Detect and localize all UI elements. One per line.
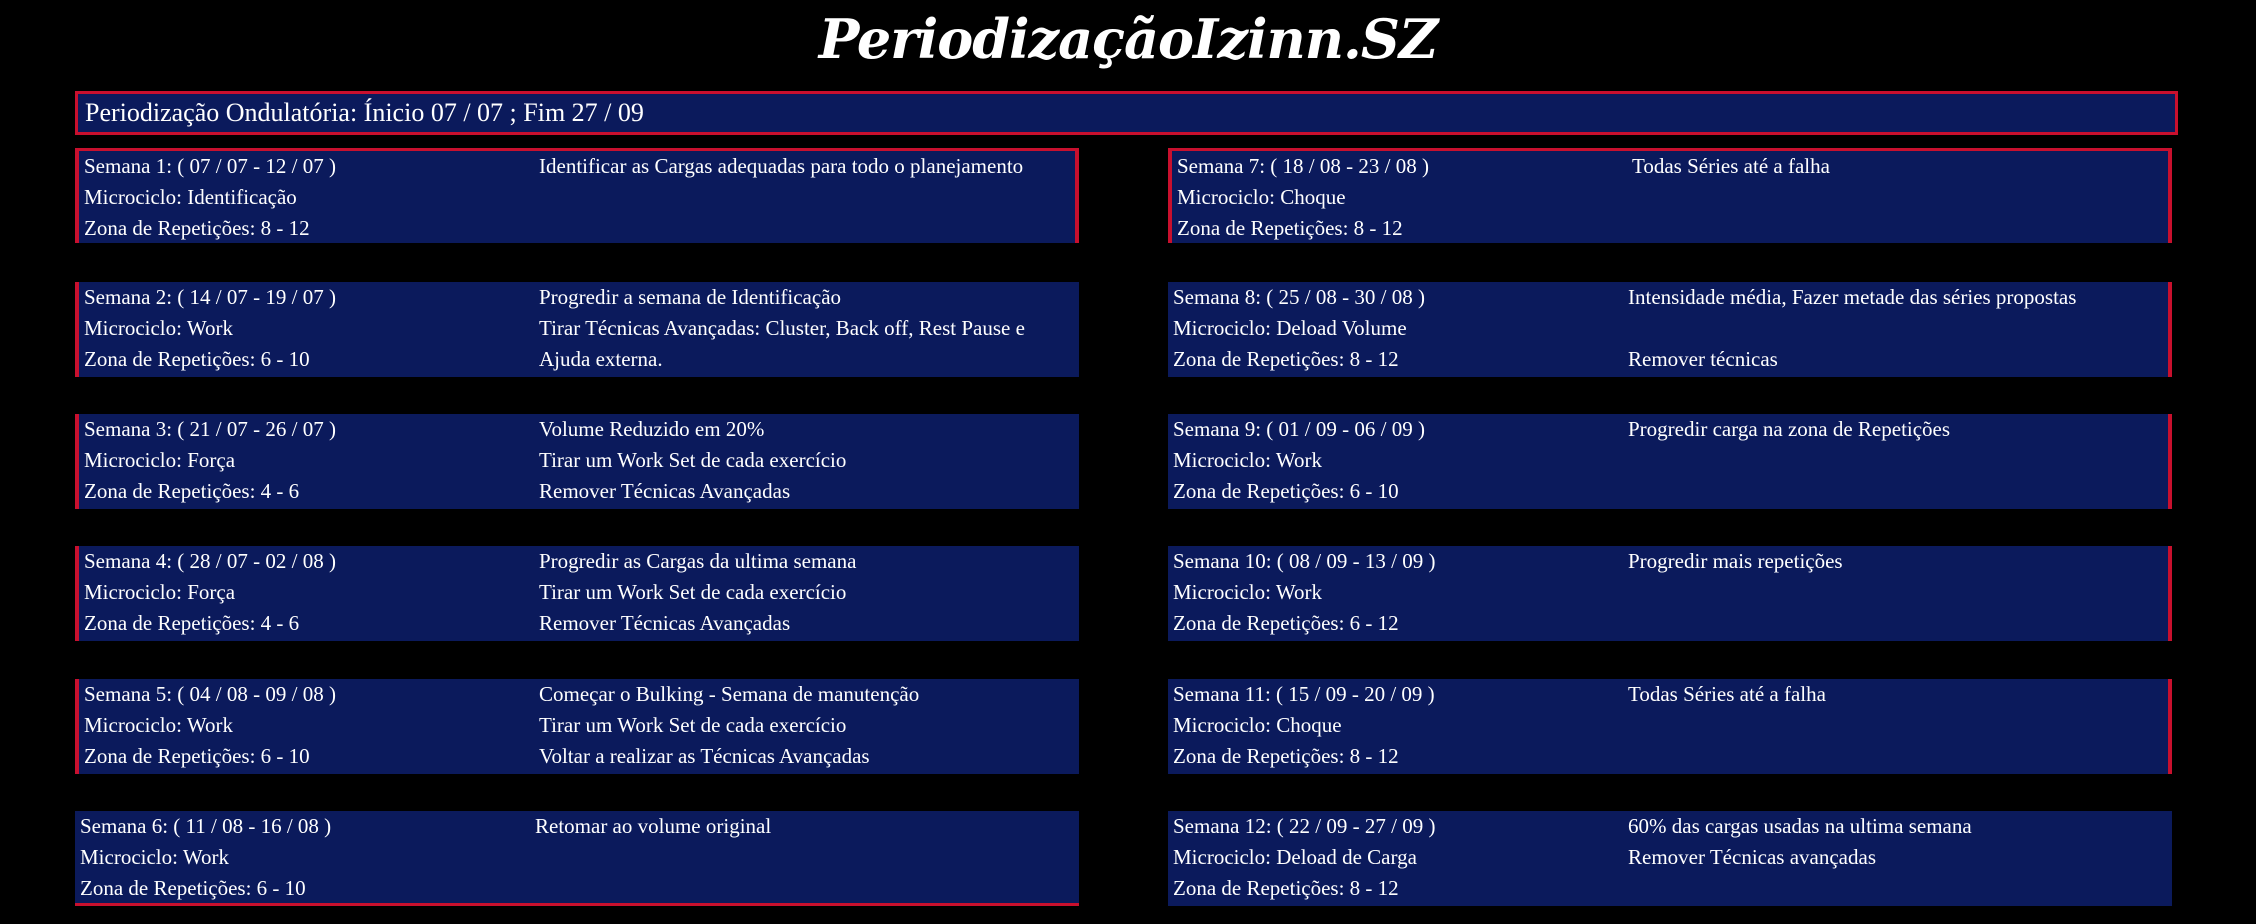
week-note: Retomar ao volume original [535, 814, 772, 838]
week-note: Tirar um Work Set de cada exercício [539, 448, 847, 472]
week-rep-zone: Zona de Repetições: 6 - 10 [1173, 479, 1399, 503]
week-microcycle: Microciclo: Deload Volume [1173, 316, 1407, 340]
week-rep-zone: Zona de Repetições: 4 - 6 [84, 479, 300, 503]
week-microcycle: Microciclo: Força [84, 448, 236, 472]
week-note: Remover Técnicas Avançadas [539, 479, 791, 503]
week-range: Semana 1: ( 07 / 07 - 12 / 07 ) [84, 154, 336, 178]
week-rep-zone: Zona de Repetições: 8 - 12 [1173, 876, 1399, 900]
week-range: Semana 2: ( 14 / 07 - 19 / 07 ) [84, 285, 336, 309]
week-rep-zone: Zona de Repetições: 6 - 10 [84, 347, 310, 371]
week-card-3: Semana 3: ( 21 / 07 - 26 / 07 ) Microcic… [75, 414, 1079, 509]
week-microcycle: Microciclo: Choque [1173, 713, 1342, 737]
week-card-1: Semana 1: ( 07 / 07 - 12 / 07 ) Microcic… [75, 148, 1079, 243]
week-note: Progredir mais repetições [1628, 549, 1843, 573]
week-note: Tirar Técnicas Avançadas: Cluster, Back … [539, 316, 1025, 340]
week-range: Semana 7: ( 18 / 08 - 23 / 08 ) [1177, 154, 1429, 178]
week-rep-zone: Zona de Repetições: 8 - 12 [1173, 347, 1399, 371]
week-range: Semana 6: ( 11 / 08 - 16 / 08 ) [80, 814, 332, 838]
week-note: Tirar um Work Set de cada exercício [539, 713, 847, 737]
week-range: Semana 4: ( 28 / 07 - 02 / 08 ) [84, 549, 336, 573]
week-range: Semana 5: ( 04 / 08 - 09 / 08 ) [84, 682, 336, 706]
week-rep-zone: Zona de Repetições: 6 - 10 [80, 876, 306, 900]
week-note: Tirar um Work Set de cada exercício [539, 580, 847, 604]
week-note: Todas Séries até a falha [1628, 682, 1826, 706]
week-card-10: Semana 10: ( 08 / 09 - 13 / 09 ) Microci… [1168, 546, 2172, 641]
week-note: Remover Técnicas Avançadas [539, 611, 791, 635]
week-note: Progredir as Cargas da ultima semana [539, 549, 857, 573]
week-rep-zone: Zona de Repetições: 8 - 12 [84, 216, 310, 240]
week-note: Voltar a realizar as Técnicas Avançadas [539, 744, 870, 768]
week-range: Semana 11: ( 15 / 09 - 20 / 09 ) [1173, 682, 1435, 706]
week-rep-zone: Zona de Repetições: 8 - 12 [1177, 216, 1403, 240]
week-note: Progredir a semana de Identificação [539, 285, 842, 309]
page-title: PeriodizaçãoIzinn.SZ [818, 7, 1438, 71]
week-microcycle: Microciclo: Work [1173, 580, 1322, 604]
week-card-9: Semana 9: ( 01 / 09 - 06 / 09 ) Microcic… [1168, 414, 2172, 509]
week-card-12: Semana 12: ( 22 / 09 - 27 / 09 ) Microci… [1168, 811, 2172, 906]
week-note: Remover técnicas [1628, 347, 1778, 371]
week-range: Semana 9: ( 01 / 09 - 06 / 09 ) [1173, 417, 1425, 441]
week-note: Identificar as Cargas adequadas para tod… [539, 154, 1024, 178]
week-rep-zone: Zona de Repetições: 6 - 10 [84, 744, 310, 768]
week-microcycle: Microciclo: Work [80, 845, 229, 869]
period-header: Periodização Ondulatória: Ínicio 07 / 07… [75, 91, 2178, 135]
week-note: Intensidade média, Fazer metade das séri… [1628, 285, 2077, 309]
week-microcycle: Microciclo: Work [84, 316, 233, 340]
week-card-5: Semana 5: ( 04 / 08 - 09 / 08 ) Microcic… [75, 679, 1079, 774]
week-microcycle: Microciclo: Deload de Carga [1173, 845, 1417, 869]
week-microcycle: Microciclo: Work [84, 713, 233, 737]
week-note: Progredir carga na zona de Repetições [1628, 417, 1951, 441]
week-range: Semana 3: ( 21 / 07 - 26 / 07 ) [84, 417, 336, 441]
week-card-11: Semana 11: ( 15 / 09 - 20 / 09 ) Microci… [1168, 679, 2172, 774]
week-note: Começar o Bulking - Semana de manutenção [539, 682, 920, 706]
week-card-2: Semana 2: ( 14 / 07 - 19 / 07 ) Microcic… [75, 282, 1079, 377]
week-range: Semana 8: ( 25 / 08 - 30 / 08 ) [1173, 285, 1425, 309]
week-range: Semana 12: ( 22 / 09 - 27 / 09 ) [1173, 814, 1436, 838]
period-header-text: Periodização Ondulatória: Ínicio 07 / 07… [85, 98, 644, 127]
week-note: Todas Séries até a falha [1632, 154, 1830, 178]
week-note: Ajuda externa. [539, 347, 663, 371]
week-card-8: Semana 8: ( 25 / 08 - 30 / 08 ) Microcic… [1168, 282, 2172, 377]
week-card-6: Semana 6: ( 11 / 08 - 16 / 08 ) Microcic… [75, 811, 1079, 906]
week-rep-zone: Zona de Repetições: 6 - 12 [1173, 611, 1399, 635]
week-note: Volume Reduzido em 20% [539, 417, 765, 441]
week-card-7: Semana 7: ( 18 / 08 - 23 / 08 ) Microcic… [1168, 148, 2172, 243]
week-range: Semana 10: ( 08 / 09 - 13 / 09 ) [1173, 549, 1436, 573]
week-note: 60% das cargas usadas na ultima semana [1628, 814, 1972, 838]
week-note: Remover Técnicas avançadas [1628, 845, 1876, 869]
week-microcycle: Microciclo: Choque [1177, 185, 1346, 209]
week-microcycle: Microciclo: Work [1173, 448, 1322, 472]
week-card-4: Semana 4: ( 28 / 07 - 02 / 08 ) Microcic… [75, 546, 1079, 641]
week-rep-zone: Zona de Repetições: 8 - 12 [1173, 744, 1399, 768]
week-rep-zone: Zona de Repetições: 4 - 6 [84, 611, 300, 635]
week-microcycle: Microciclo: Identificação [84, 185, 297, 209]
week-microcycle: Microciclo: Força [84, 580, 236, 604]
